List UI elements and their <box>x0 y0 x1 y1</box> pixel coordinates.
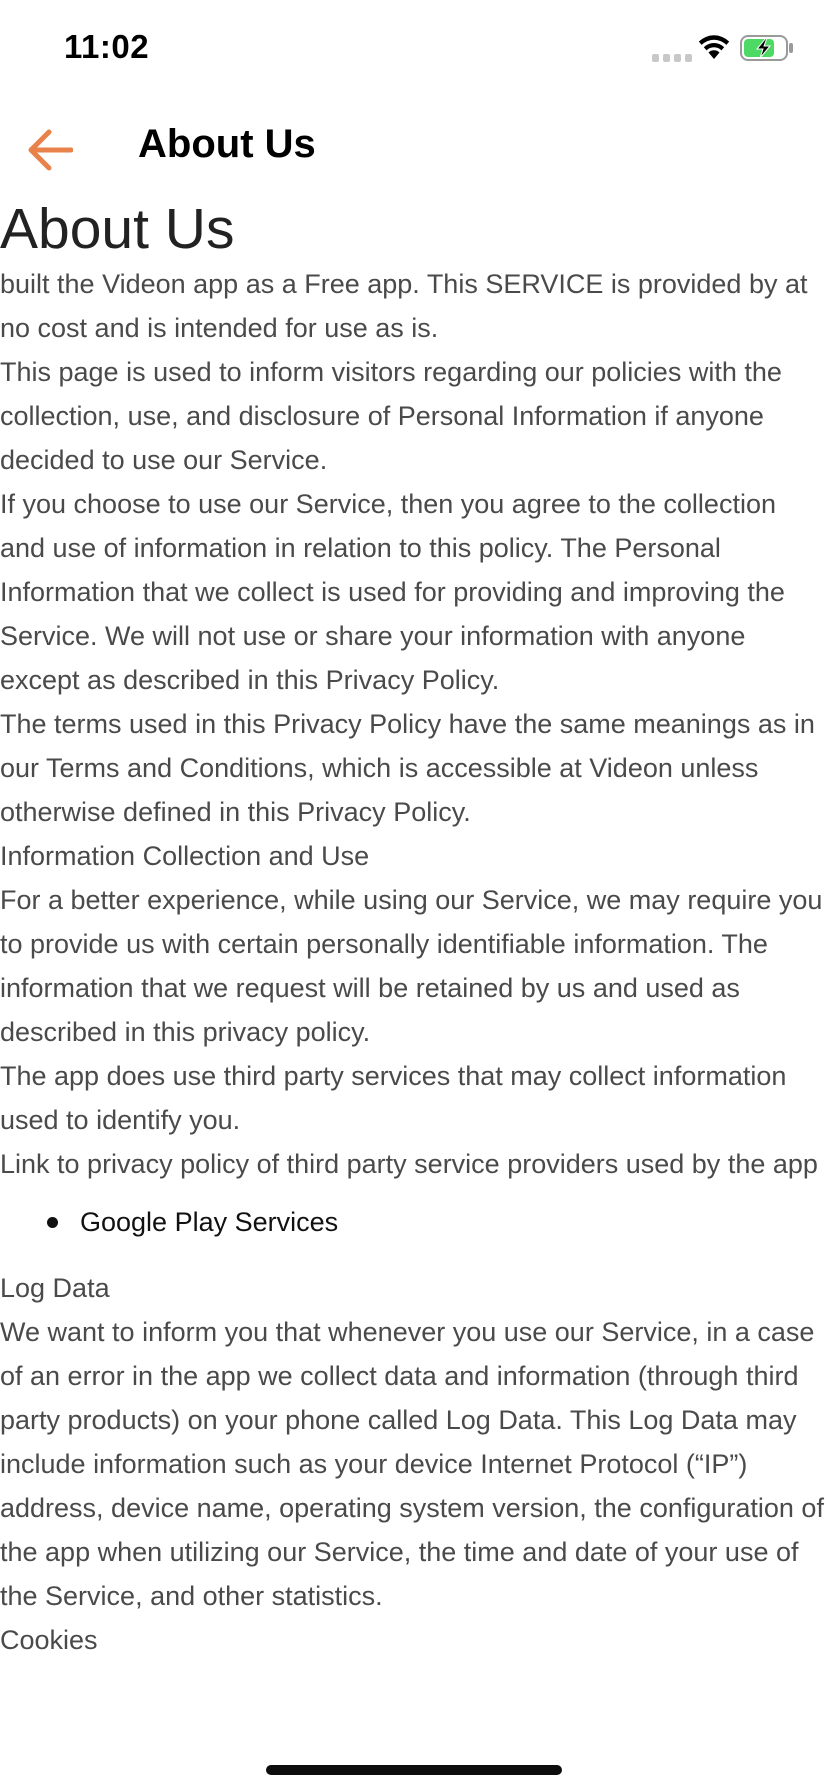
battery-charging-icon <box>740 35 793 61</box>
arrow-left-icon <box>28 129 73 171</box>
section-heading: Cookies <box>0 1625 98 1655</box>
paragraph: If you choose to use our Service, then y… <box>0 489 785 695</box>
page-title: About Us <box>138 122 316 166</box>
status-bar: 11:02 <box>0 0 828 100</box>
section-heading: Information Collection and Use <box>0 841 370 871</box>
paragraph: built the Videon app as a Free app. This… <box>0 269 808 343</box>
list-item-label: Google Play Services <box>80 1207 339 1237</box>
status-time: 11:02 <box>64 28 150 65</box>
cellular-signal-icon <box>652 54 692 62</box>
paragraph: We want to inform you that whenever you … <box>0 1317 824 1611</box>
bullet-icon <box>47 1217 58 1228</box>
nav-bar: About Us <box>0 100 828 198</box>
back-button[interactable] <box>22 122 78 178</box>
paragraph: This page is used to inform visitors reg… <box>0 357 782 475</box>
third-party-list: Google Play Services <box>0 1200 828 1244</box>
paragraph: The terms used in this Privacy Policy ha… <box>0 709 815 827</box>
home-indicator[interactable] <box>266 1765 562 1775</box>
list-item: Google Play Services <box>0 1200 828 1244</box>
section-heading: Log Data <box>0 1273 110 1303</box>
content-area: About Us built the Videon app as a Free … <box>0 196 828 1662</box>
paragraph: The app does use third party services th… <box>0 1061 787 1135</box>
wifi-icon <box>698 35 730 59</box>
content-heading: About Us <box>0 197 235 261</box>
paragraph: For a better experience, while using our… <box>0 885 823 1047</box>
paragraph: Link to privacy policy of third party se… <box>0 1149 818 1179</box>
